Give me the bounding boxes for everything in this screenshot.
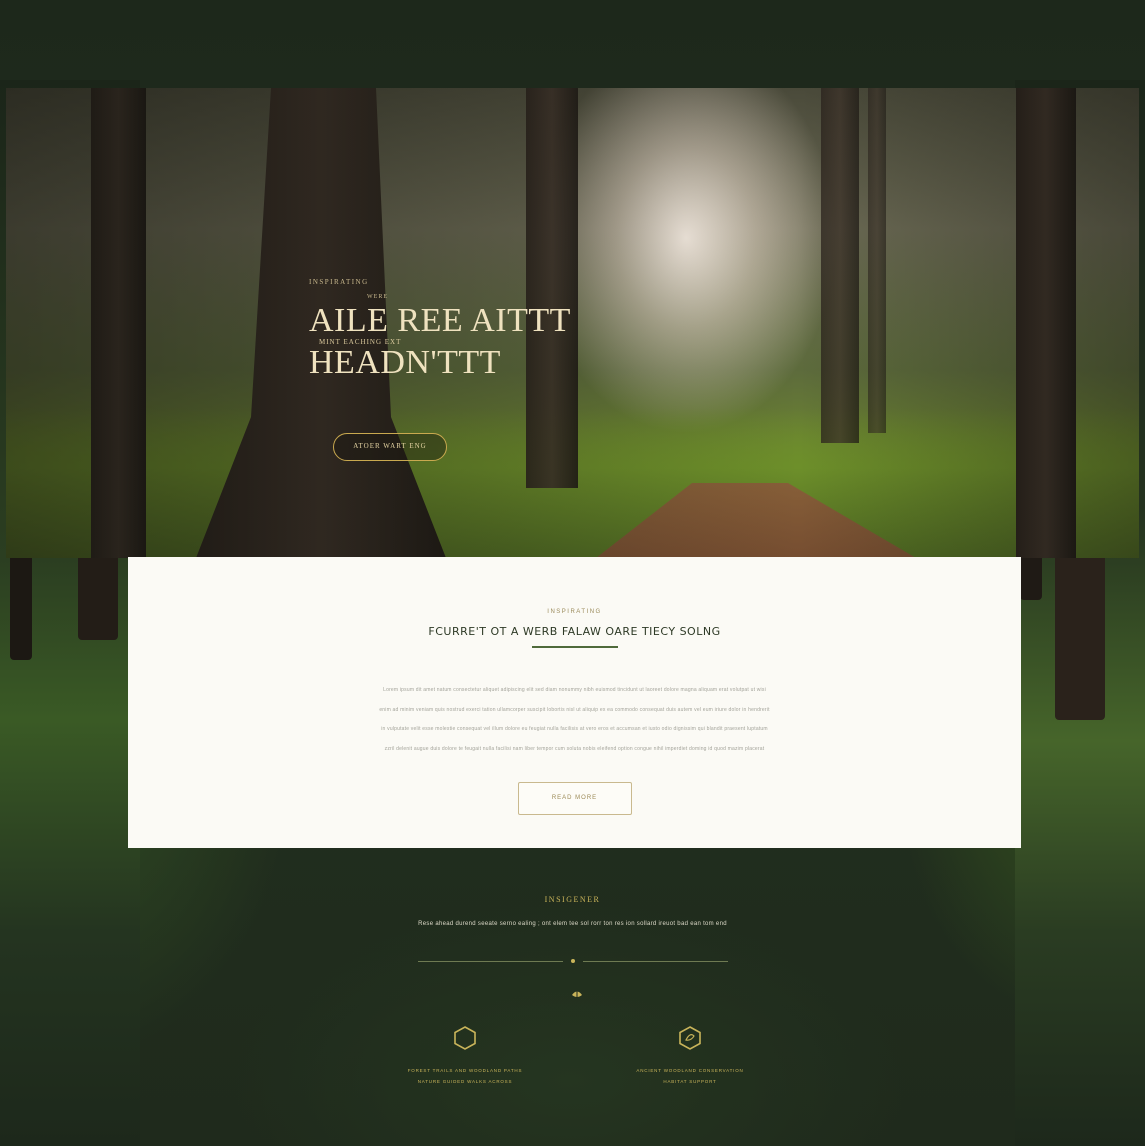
feature-text: NATURE GUIDED WALKS ACROSS: [417, 1079, 513, 1084]
card-eyebrow: INSPIRATING: [547, 609, 602, 615]
hero-banner: INSPIRATING WERE AILE REE AITTT MINT EAC…: [6, 88, 1139, 558]
feature-item: FOREST TRAILS AND WOODLAND PATHS NATURE …: [395, 1025, 535, 1087]
feature-text: FOREST TRAILS AND WOODLAND PATHS: [407, 1068, 523, 1073]
hero-cta-button[interactable]: ATOER WART ENG: [333, 433, 447, 461]
body-line: enim ad minim veniam quis nostrud exerci…: [379, 706, 770, 713]
hero-title-line-2: HEADN'TTT: [309, 344, 501, 381]
hero-overlay: [6, 88, 1139, 558]
divider-line: [417, 961, 563, 962]
shield-leaf-icon: [679, 1026, 701, 1050]
footer-title: INSIGENER: [544, 895, 601, 904]
footer-text: Rese ahead durend seeate serno ealing ; …: [418, 921, 727, 927]
feature-item: ANCIENT WOODLAND CONSERVATION HABITAT SU…: [620, 1025, 760, 1087]
feature-text: ANCIENT WOODLAND CONSERVATION: [636, 1068, 744, 1073]
feature-text: HABITAT SUPPORT: [663, 1079, 717, 1084]
hexagon-outline-icon: [454, 1026, 476, 1050]
hero-kicker: WERE: [367, 294, 388, 300]
card-title: FCURRE'T OT A WERB FALAW OARE TIECY SOLN…: [428, 625, 721, 638]
hero-text-block: INSPIRATING WERE AILE REE AITTT MINT EAC…: [309, 278, 571, 461]
body-line: zzril delenit augue duis dolore te feuga…: [384, 745, 765, 752]
read-more-button[interactable]: READ MORE: [517, 782, 632, 815]
hero-eyebrow: INSPIRATING: [309, 278, 369, 286]
title-underline: [531, 646, 618, 648]
divider-line: [582, 961, 728, 962]
footer-divider: [417, 955, 728, 969]
intro-card: INSPIRATING FCURRE'T OT A WERB FALAW OAR…: [128, 557, 1021, 848]
body-line: in vulputate velit esse molestie consequ…: [381, 726, 768, 732]
divider-dot: [570, 959, 575, 963]
footer-section: INSIGENER Rese ahead durend seeate serno…: [0, 895, 1145, 969]
card-body: Lorem ipsum dit amet natum consectetur a…: [320, 681, 830, 759]
leaf-icon: [572, 991, 582, 998]
body-line: Lorem ipsum dit amet natum consectetur a…: [383, 687, 766, 693]
landing-page: INSPIRATING WERE AILE REE AITTT MINT EAC…: [0, 0, 1145, 1146]
hero-title-line-1: AILE REE AITTT: [309, 302, 571, 339]
